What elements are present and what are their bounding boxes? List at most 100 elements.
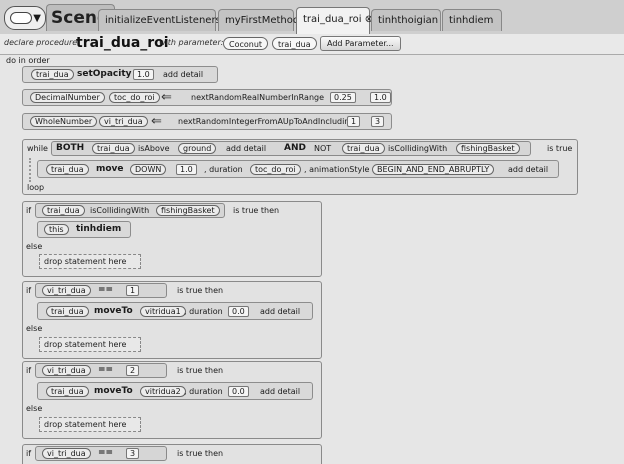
operator[interactable]: ==: [98, 365, 113, 376]
target-chip[interactable]: trai_dua: [46, 306, 89, 317]
method-name: setOpacity: [77, 69, 132, 79]
drop-zone[interactable]: drop statement here: [39, 417, 141, 432]
range-b[interactable]: 3: [371, 116, 385, 127]
move-to-statement[interactable]: trai_dua moveTo vitridua2 , duration 0.0…: [37, 382, 313, 400]
target-chip[interactable]: trai_dua: [342, 143, 385, 154]
parameter-name[interactable]: trai_dua: [272, 37, 317, 50]
variable-name[interactable]: toc_do_roi: [109, 92, 160, 103]
range-a[interactable]: 0.25: [330, 92, 356, 103]
if-block-position-2[interactable]: if vi_tri_dua == 2 is true then trai_dua…: [22, 361, 322, 439]
add-detail-link[interactable]: add detail: [163, 69, 203, 80]
arg-chip[interactable]: vitridua2: [140, 386, 186, 397]
random-function: nextRandomRealNumberInRange: [191, 93, 325, 102]
range-b[interactable]: 1.0: [370, 92, 391, 103]
add-detail-link[interactable]: add detail: [260, 386, 300, 397]
target-chip[interactable]: trai_dua: [92, 143, 135, 154]
chevron-down-icon: ▼: [33, 13, 41, 24]
target-chip[interactable]: trai_dua: [31, 69, 74, 80]
tab-label: trai_dua_roi: [303, 14, 362, 25]
drop-zone[interactable]: drop statement here: [39, 337, 141, 352]
add-detail-link[interactable]: add detail: [508, 164, 548, 175]
decimal-variable-statement[interactable]: DecimalNumber toc_do_roi ⇐ nextRandomRea…: [22, 89, 392, 106]
variable-chip[interactable]: vi_tri_dua: [42, 285, 91, 296]
tab-initialize-event-listeners[interactable]: initializeEventListeners: [98, 9, 221, 31]
else-keyword: else: [26, 242, 43, 251]
compare-value[interactable]: 2: [126, 365, 140, 376]
arg-chip[interactable]: vitridua1: [140, 306, 186, 317]
variable-name[interactable]: vi_tri_dua: [99, 116, 148, 127]
declare-procedure-label: declare procedure: [4, 38, 78, 47]
while-block[interactable]: while BOTH trai_dua isAbove ground add d…: [22, 139, 578, 195]
tab-my-first-method[interactable]: myFirstMethod: [218, 9, 299, 31]
compare-value[interactable]: 1: [126, 285, 140, 296]
duration-chip[interactable]: toc_do_roi: [250, 164, 301, 175]
operator[interactable]: ==: [98, 448, 113, 459]
parameter-type[interactable]: Coconut: [223, 37, 269, 50]
target-chip[interactable]: trai_dua: [46, 386, 89, 397]
if-block-position-1[interactable]: if vi_tri_dua == 1 is true then trai_dua…: [22, 281, 322, 359]
move-statement[interactable]: trai_dua move DOWN 1.0 , duration toc_do…: [37, 160, 559, 178]
is-true-then-label: is true then: [177, 449, 224, 458]
drag-grip[interactable]: [29, 158, 34, 182]
variable-type[interactable]: DecimalNumber: [30, 92, 105, 103]
procedure-name[interactable]: trai_dua_roi: [76, 35, 169, 51]
set-opacity-statement[interactable]: trai_dua setOpacity 1.0 add detail: [22, 66, 218, 83]
method-name: moveTo: [94, 306, 133, 316]
range-a[interactable]: 1: [347, 116, 361, 127]
if-keyword: if: [26, 449, 32, 458]
call-statement[interactable]: this tinhdiem: [37, 221, 131, 238]
direction-chip[interactable]: DOWN: [130, 164, 167, 175]
tab-trai-dua-roi[interactable]: trai_dua_roi ⊗: [296, 7, 373, 34]
variable-chip[interactable]: vi_tri_dua: [42, 448, 91, 459]
tab-tinhdiem[interactable]: tinhdiem: [442, 9, 502, 31]
is-true-label: is true: [547, 144, 573, 153]
target-chip[interactable]: trai_dua: [46, 164, 89, 175]
tab-bar: ▼ Scene initializeEventListeners myFirst…: [0, 0, 624, 35]
add-detail-link[interactable]: add detail: [226, 143, 266, 154]
if-condition[interactable]: vi_tri_dua == 3: [35, 446, 167, 461]
operator[interactable]: ==: [98, 285, 113, 296]
duration-label: , duration: [204, 165, 243, 174]
method-name: isAbove: [138, 144, 170, 153]
while-condition[interactable]: BOTH trai_dua isAbove ground add detail …: [51, 141, 531, 156]
arg-chip[interactable]: fishingBasket: [456, 143, 520, 154]
method-name: move: [96, 164, 124, 174]
compare-value[interactable]: 3: [126, 448, 140, 459]
move-to-statement[interactable]: trai_dua moveTo vitridua1 , duration 0.0…: [37, 302, 313, 320]
variable-chip[interactable]: vi_tri_dua: [42, 365, 91, 376]
drop-zone[interactable]: drop statement here: [39, 254, 141, 269]
value-field[interactable]: 1.0: [133, 69, 154, 80]
random-function: nextRandomIntegerFromAUpToAndIncludingB: [178, 117, 360, 126]
with-parameter-label: with parameter:: [159, 38, 224, 47]
scene-selector-button[interactable]: ▼: [4, 6, 46, 30]
if-condition[interactable]: vi_tri_dua == 1: [35, 283, 167, 298]
arg-chip[interactable]: fishingBasket: [156, 205, 220, 216]
tab-tinhthoigian[interactable]: tinhthoigian: [371, 9, 441, 31]
procedure-call-name: tinhdiem: [76, 224, 122, 234]
add-detail-link[interactable]: add detail: [260, 306, 300, 317]
whole-variable-statement[interactable]: WholeNumber vi_tri_dua ⇐ nextRandomInteg…: [22, 113, 392, 130]
loop-keyword: loop: [27, 183, 45, 192]
else-keyword: else: [26, 404, 43, 413]
amount-field[interactable]: 1.0: [176, 164, 197, 175]
while-keyword: while: [27, 144, 48, 153]
method-name: isCollidingWith: [90, 206, 150, 215]
not-keyword: NOT: [314, 144, 332, 153]
target-chip[interactable]: trai_dua: [42, 205, 85, 216]
animation-style-label: , animationStyle: [304, 165, 370, 174]
if-block-position-3[interactable]: if vi_tri_dua == 3 is true then: [22, 444, 322, 464]
if-condition[interactable]: vi_tri_dua == 2: [35, 363, 167, 378]
duration-field[interactable]: 0.0: [228, 306, 249, 317]
animation-style-chip[interactable]: BEGIN_AND_END_ABRUPTLY: [372, 164, 495, 175]
if-block-collision[interactable]: if trai_dua isCollidingWith fishingBaske…: [22, 201, 322, 277]
duration-field[interactable]: 0.0: [228, 386, 249, 397]
variable-type[interactable]: WholeNumber: [30, 116, 98, 127]
assign-arrow-icon: ⇐: [151, 114, 162, 129]
method-name: moveTo: [94, 386, 133, 396]
duration-label: , duration: [184, 307, 223, 316]
is-true-then-label: is true then: [177, 366, 224, 375]
if-condition[interactable]: trai_dua isCollidingWith fishingBasket: [35, 203, 225, 218]
this-chip[interactable]: this: [44, 224, 69, 235]
add-parameter-button[interactable]: Add Parameter...: [320, 36, 401, 51]
arg-chip[interactable]: ground: [178, 143, 217, 154]
